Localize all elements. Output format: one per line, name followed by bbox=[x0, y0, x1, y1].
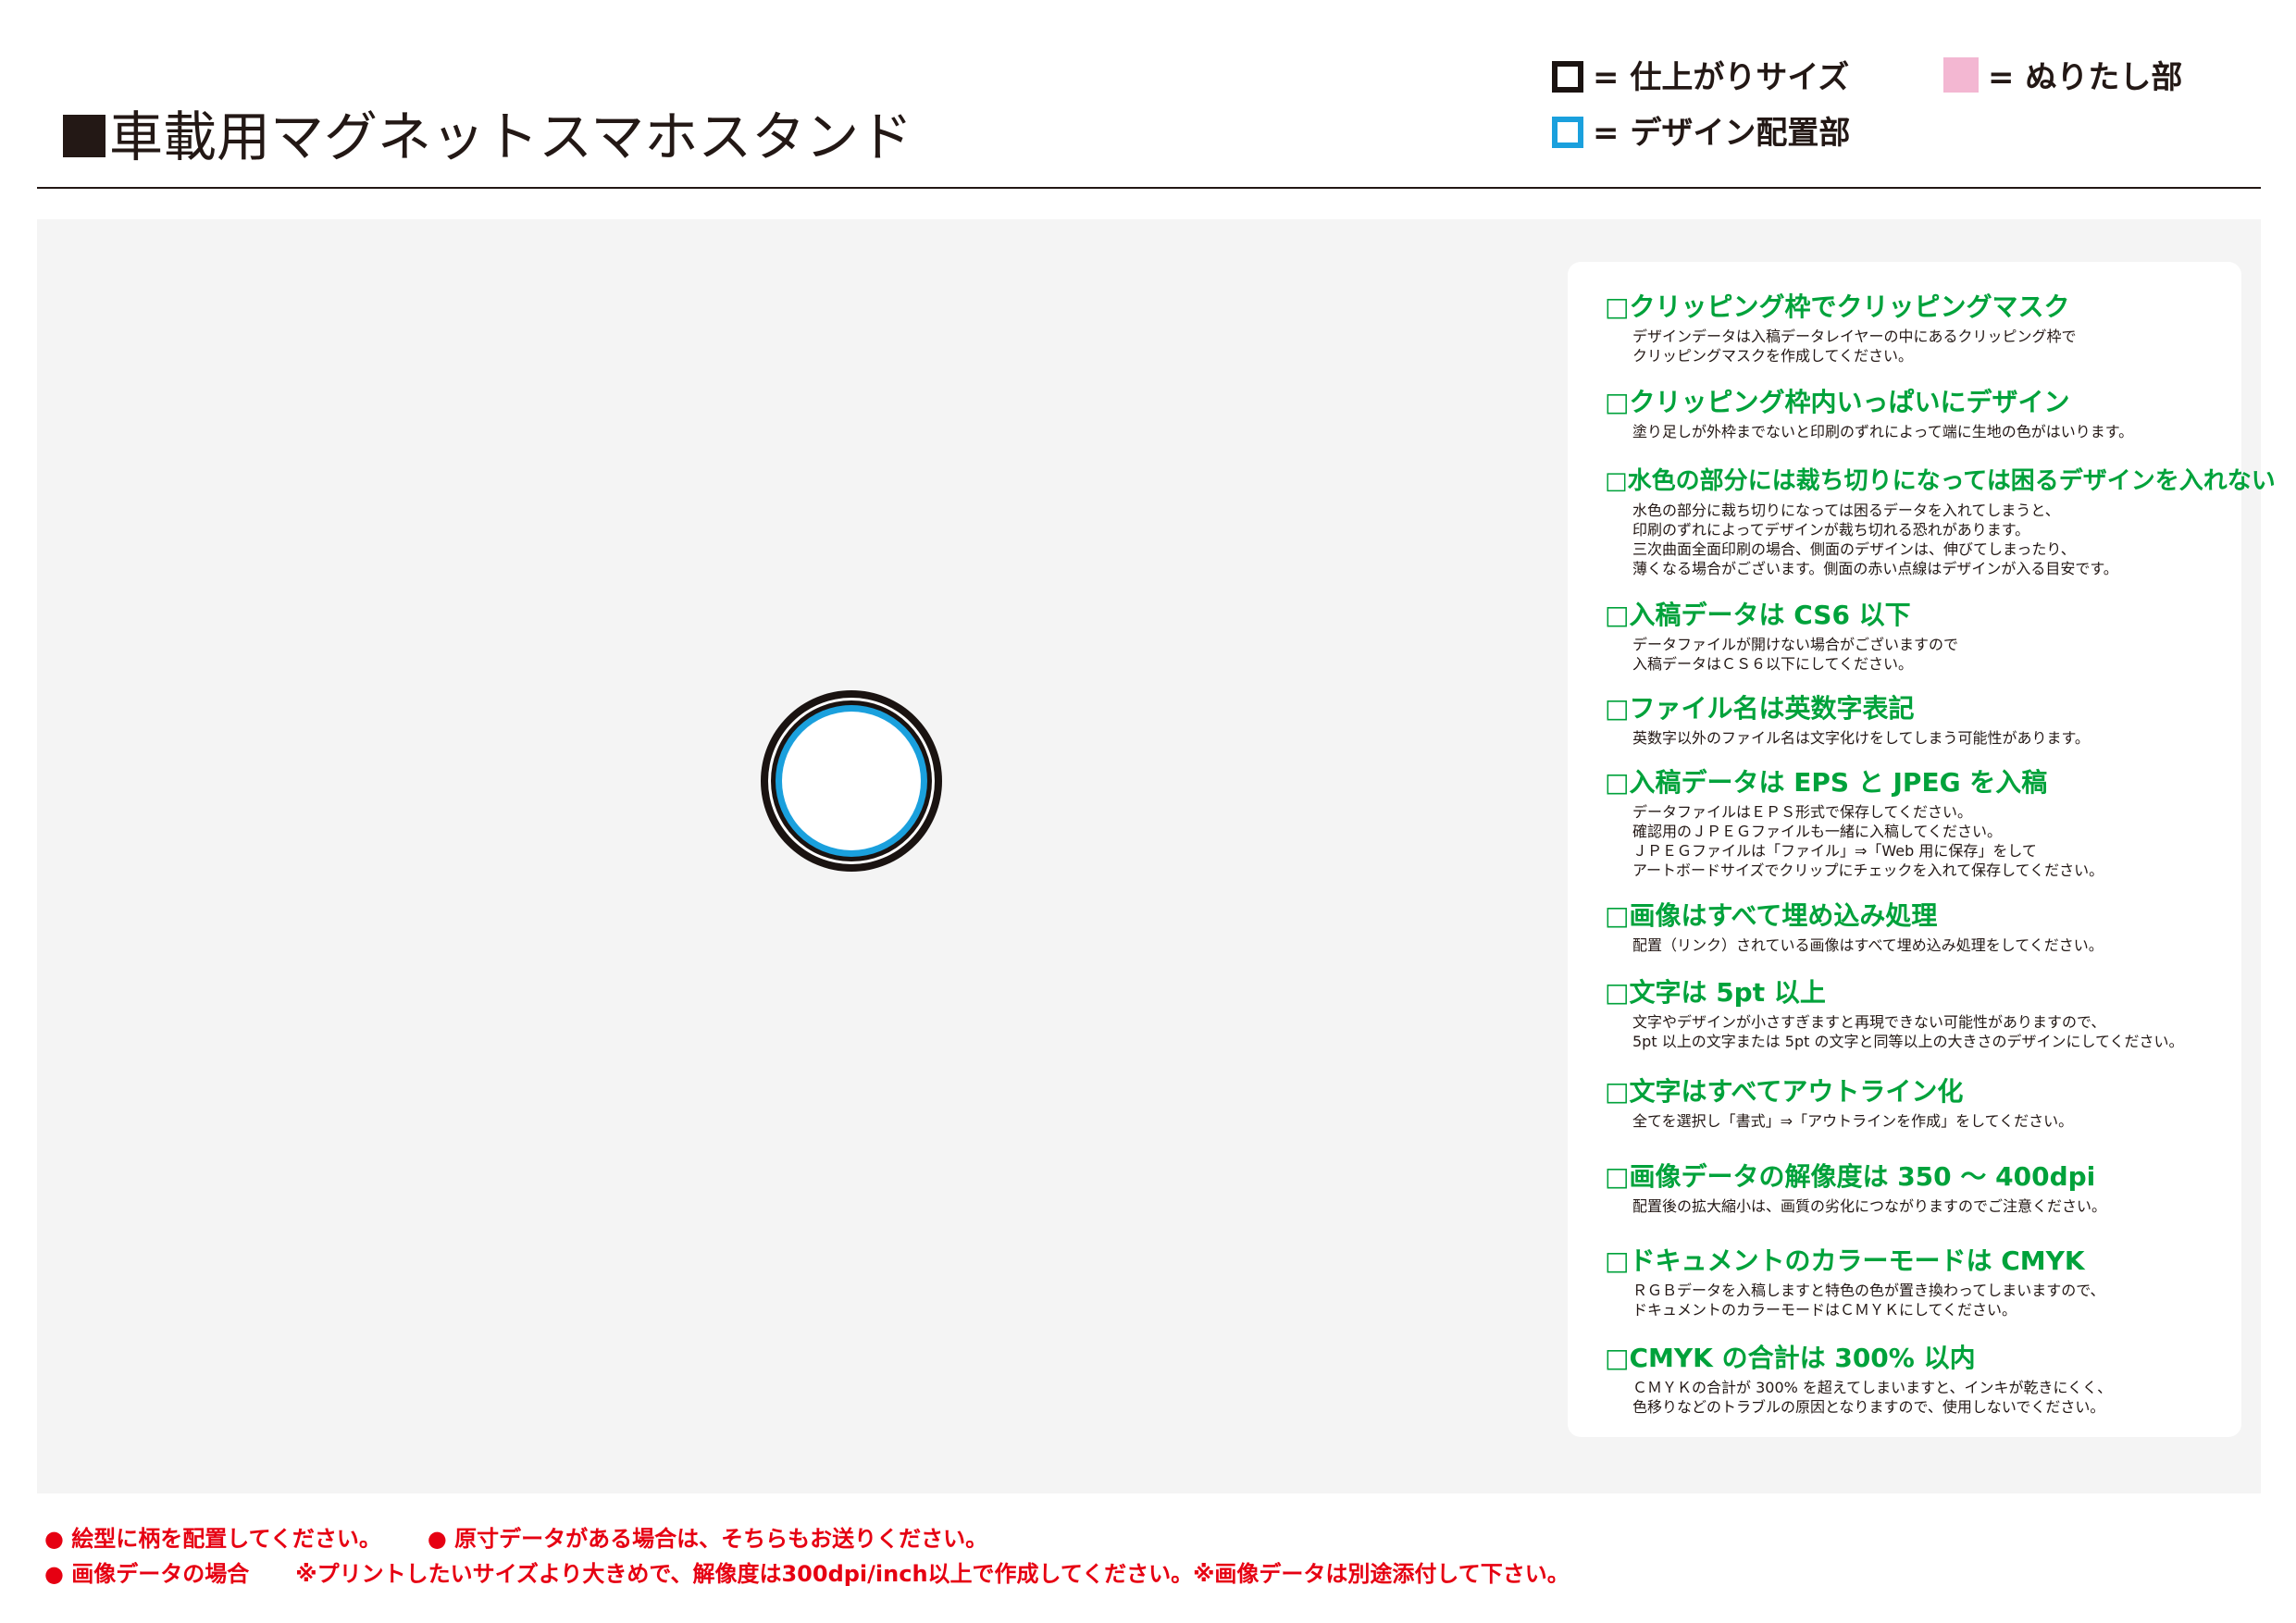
checklist-item: □文字は 5pt 以上 文字やデザインが小さすぎますと再現できない可能性がありま… bbox=[1605, 977, 2234, 1051]
checklist-heading: □クリッピング枠内いっぱいにデザイン bbox=[1605, 387, 2070, 417]
checklist-body: 水色の部分に裁ち切りになっては困るデータを入れてしまうと、 印刷のずれによってデ… bbox=[1632, 501, 2234, 578]
checklist-body: 配置（リンク）されている画像はすべて埋め込み処理をしてください。 bbox=[1632, 935, 2234, 955]
checklist-body: 全てを選択し「書式」⇒「アウトラインを作成」をしてください。 bbox=[1632, 1111, 2234, 1131]
design-area[interactable] bbox=[782, 712, 921, 850]
legend-bleed-label: = ぬりたし部 bbox=[1988, 59, 2183, 96]
checklist-line: データファイルはＥＰＳ形式で保存してください。 bbox=[1632, 803, 1973, 821]
note-row: ● 画像データの場合 ※プリントしたいサイズより大きめで、解像度は300dpi/i… bbox=[44, 1556, 2265, 1592]
checklist-line: 入稿データはＣＳ６以下にしてください。 bbox=[1632, 655, 1914, 673]
checklist-line: ドキュメントのカラーモードはＣＭＹＫにしてください。 bbox=[1632, 1301, 2017, 1319]
checklist-heading: □入稿データは EPS と JPEG を入稿 bbox=[1605, 767, 2048, 798]
blue-square-icon bbox=[1552, 117, 1583, 148]
checklist-line: デザインデータは入稿データレイヤーの中にあるクリッピング枠で bbox=[1632, 328, 2077, 345]
page-title: 車載用マグネットスマホスタンド bbox=[63, 104, 912, 170]
checklist-body: 文字やデザインが小さすぎますと再現できない可能性がありますので、 5pt 以上の… bbox=[1632, 1012, 2234, 1051]
checklist-heading: □画像はすべて埋め込み処理 bbox=[1605, 900, 1938, 931]
checklist-item: □入稿データは EPS と JPEG を入稿 データファイルはＥＰＳ形式で保存し… bbox=[1605, 767, 2234, 880]
checklist-line: 配置後の拡大縮小は、画質の劣化につながりますのでご注意ください。 bbox=[1632, 1197, 2107, 1215]
checklist-line: 英数字以外のファイル名は文字化けをしてしまう可能性があります。 bbox=[1632, 729, 2090, 747]
checklist-line: 塗り足しが外枠までないと印刷のずれによって端に生地の色がはいります。 bbox=[1632, 423, 2134, 440]
checklist-item: □ドキュメントのカラーモードは CMYK ＲＧＢデータを入稿しますと特色の色が置… bbox=[1605, 1245, 2234, 1319]
checklist-heading: □文字はすべてアウトライン化 bbox=[1605, 1076, 1964, 1107]
stand-template-circle[interactable] bbox=[757, 687, 946, 875]
checklist-item: □クリッピング枠でクリッピングマスク デザインデータは入稿データレイヤーの中にあ… bbox=[1605, 291, 2234, 365]
legend-bleed: = ぬりたし部 bbox=[1943, 57, 2182, 105]
checklist-line: データファイルが開けない場合がございますので bbox=[1632, 636, 1959, 653]
checklist-line: ＣＭＹＫの合計が 300% を超えてしまいますと、インキが乾きにくく、 bbox=[1632, 1379, 2113, 1396]
checklist-heading: □文字は 5pt 以上 bbox=[1605, 977, 1826, 1008]
checklist-body: 塗り足しが外枠までないと印刷のずれによって端に生地の色がはいります。 bbox=[1632, 422, 2234, 441]
checklist-heading: □入稿データは CS6 以下 bbox=[1605, 600, 1911, 630]
legend-design-area-label: = デザイン配置部 bbox=[1593, 115, 1851, 152]
title-square-icon bbox=[63, 115, 105, 157]
checklist-line: ＪＰＥＧファイルは「ファイル」⇒「Web 用に保存」をして bbox=[1632, 842, 2037, 860]
checklist-panel: □クリッピング枠でクリッピングマスク デザインデータは入稿データレイヤーの中にあ… bbox=[1568, 262, 2276, 1437]
checklist-heading: □ドキュメントのカラーモードは CMYK bbox=[1605, 1245, 2085, 1276]
checklist-item: □水色の部分には裁ち切りになっては困るデザインを入れない 水色の部分に裁ち切りに… bbox=[1605, 465, 2276, 578]
footer-notes: ● 絵型に柄を配置してください。 ● 原寸データがある場合は、そちらもお送りくださ… bbox=[44, 1521, 2265, 1592]
checklist-line: アートボードサイズでクリップにチェックを入れて保存してください。 bbox=[1632, 861, 2104, 879]
checklist-line: 5pt 以上の文字または 5pt の文字と同等以上の大きさのデザインにしてくださ… bbox=[1632, 1033, 2184, 1050]
legend-design-area: = デザイン配置部 bbox=[1552, 113, 1850, 161]
legend-finish-size: = 仕上がりサイズ bbox=[1552, 57, 1849, 105]
checklist-body: データファイルが開けない場合がございますので 入稿データはＣＳ６以下にしてくださ… bbox=[1632, 635, 2234, 674]
checklist-heading: □ファイル名は英数字表記 bbox=[1605, 693, 1915, 724]
checklist-heading: □CMYK の合計は 300% 以内 bbox=[1605, 1343, 1976, 1373]
checklist-line: 印刷のずれによってデザインが裁ち切れる恐れがあります。 bbox=[1632, 521, 2030, 539]
checklist-heading: □クリッピング枠でクリッピングマスク bbox=[1605, 291, 2070, 322]
checklist-item: □クリッピング枠内いっぱいにデザイン 塗り足しが外枠までないと印刷のずれによって… bbox=[1605, 387, 2234, 441]
note-image-data: ● 画像データの場合 bbox=[44, 1561, 250, 1587]
checklist-body: データファイルはＥＰＳ形式で保存してください。 確認用のＪＰＥＧファイルも一緒に… bbox=[1632, 802, 2234, 880]
checklist-body: 英数字以外のファイル名は文字化けをしてしまう可能性があります。 bbox=[1632, 728, 2234, 748]
checklist-line: 色移りなどのトラブルの原因となりますので、使用しないでください。 bbox=[1632, 1398, 2105, 1416]
checklist-item: □画像データの解像度は 350 ～ 400dpi 配置後の拡大縮小は、画質の劣化… bbox=[1605, 1161, 2234, 1216]
checklist-line: 確認用のＪＰＥＧファイルも一緒に入稿してください。 bbox=[1632, 823, 2003, 840]
checklist-line: 配置（リンク）されている画像はすべて埋め込み処理をしてください。 bbox=[1632, 936, 2104, 954]
checklist-line: 三次曲面全面印刷の場合、側面のデザインは、伸びてしまったり、 bbox=[1632, 540, 2076, 558]
note-resolution: ※プリントしたいサイズより大きめで、解像度は300dpi/inch以上で作成して… bbox=[295, 1561, 1570, 1587]
note-row: ● 絵型に柄を配置してください。 ● 原寸データがある場合は、そちらもお送りくださ… bbox=[44, 1521, 2265, 1556]
checklist-line: ＲＧＢデータを入稿しますと特色の色が置き換わってしまいますので、 bbox=[1632, 1282, 2105, 1299]
checklist-item: □ファイル名は英数字表記 英数字以外のファイル名は文字化けをしてしまう可能性があ… bbox=[1605, 693, 2234, 748]
checklist-heading: □水色の部分には裁ち切りになっては困るデザインを入れない bbox=[1605, 467, 2276, 495]
checklist-line: 全てを選択し「書式」⇒「アウトラインを作成」をしてください。 bbox=[1632, 1112, 2074, 1130]
checklist-line: 水色の部分に裁ち切りになっては困るデータを入れてしまうと、 bbox=[1632, 502, 2060, 519]
header-divider bbox=[37, 187, 2261, 189]
checklist-item: □入稿データは CS6 以下 データファイルが開けない場合がございますので 入稿… bbox=[1605, 600, 2234, 674]
checklist-body: ＣＭＹＫの合計が 300% を超えてしまいますと、インキが乾きにくく、 色移りな… bbox=[1632, 1378, 2234, 1417]
checklist-line: 薄くなる場合がございます。側面の赤い点線はデザインが入る目安です。 bbox=[1632, 560, 2118, 577]
checklist-body: ＲＧＢデータを入稿しますと特色の色が置き換わってしまいますので、 ドキュメントの… bbox=[1632, 1281, 2234, 1319]
pink-square-icon bbox=[1943, 57, 1979, 93]
checklist-line: 文字やデザインが小さすぎますと再現できない可能性がありますので、 bbox=[1632, 1013, 2106, 1031]
checklist-body: デザインデータは入稿データレイヤーの中にあるクリッピング枠で クリッピングマスク… bbox=[1632, 327, 2234, 365]
checklist-body: 配置後の拡大縮小は、画質の劣化につながりますのでご注意ください。 bbox=[1632, 1196, 2234, 1216]
legend-finish-size-label: = 仕上がりサイズ bbox=[1593, 59, 1850, 96]
checklist-item: □文字はすべてアウトライン化 全てを選択し「書式」⇒「アウトラインを作成」をして… bbox=[1605, 1076, 2234, 1131]
checklist-item: □CMYK の合計は 300% 以内 ＣＭＹＫの合計が 300% を超えてしまい… bbox=[1605, 1343, 2234, 1417]
checklist-item: □画像はすべて埋め込み処理 配置（リンク）されている画像はすべて埋め込み処理をし… bbox=[1605, 900, 2234, 955]
checklist-heading: □画像データの解像度は 350 ～ 400dpi bbox=[1605, 1161, 2096, 1192]
note-place-pattern: ● 絵型に柄を配置してください。 bbox=[44, 1526, 381, 1552]
note-send-original: ● 原寸データがある場合は、そちらもお送りください。 bbox=[427, 1526, 988, 1552]
black-square-icon bbox=[1552, 61, 1583, 93]
page-title-text: 車載用マグネットスマホスタンド bbox=[109, 105, 913, 168]
checklist-line: クリッピングマスクを作成してください。 bbox=[1632, 347, 1914, 365]
